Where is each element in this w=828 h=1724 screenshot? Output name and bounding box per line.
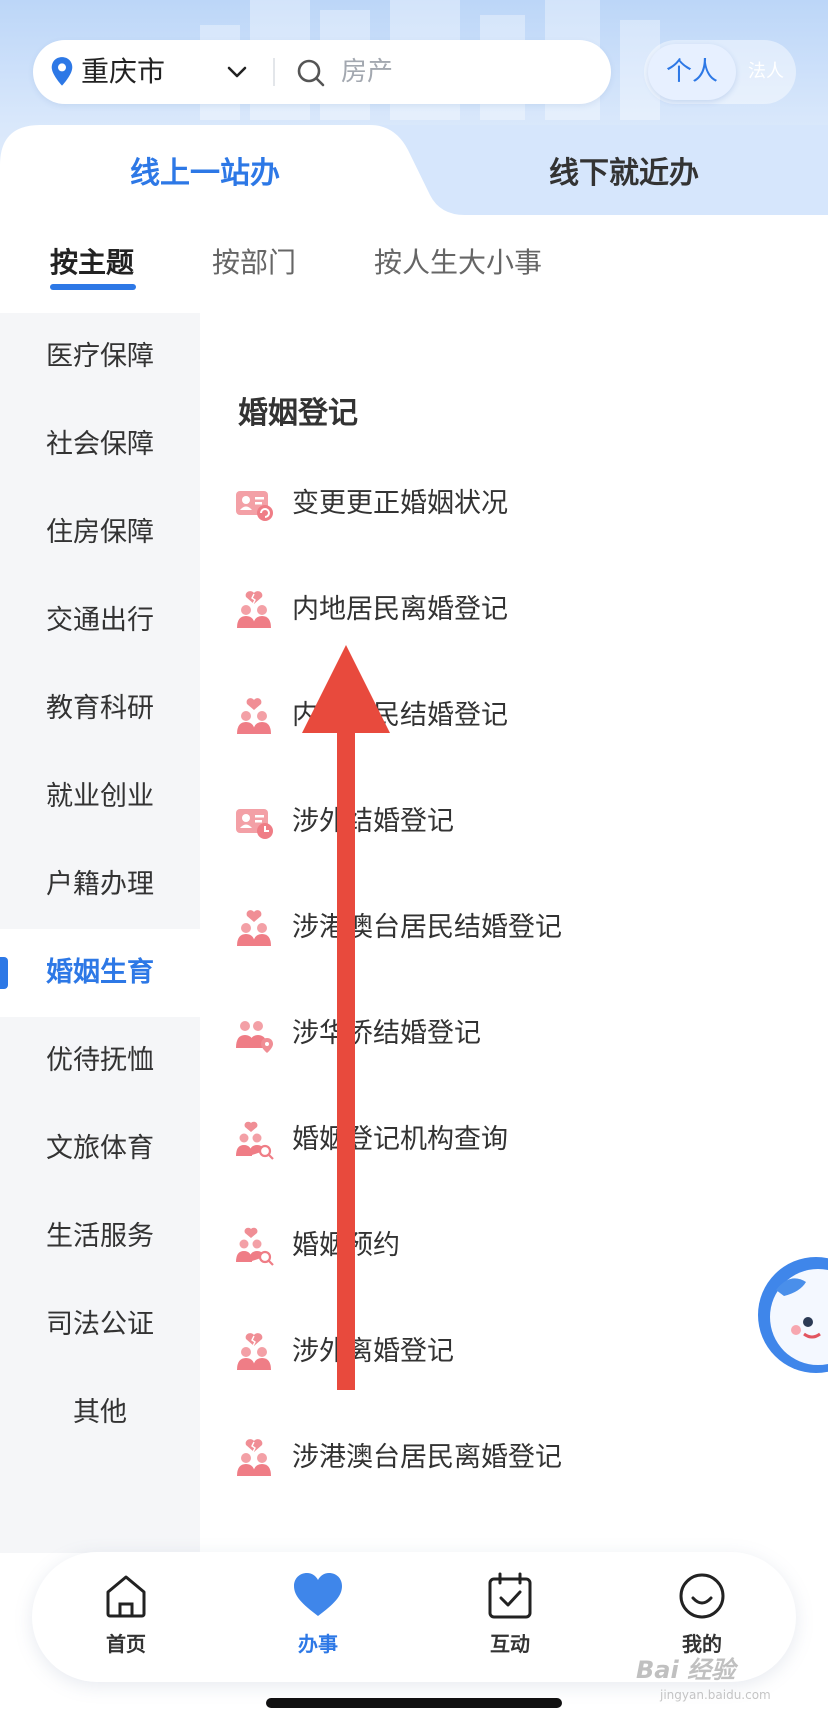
id-card-clock-icon bbox=[236, 809, 273, 839]
sidebar-item-social-security[interactable]: 社会保障 bbox=[0, 401, 200, 489]
annotation-arrow bbox=[302, 645, 390, 1390]
service-item[interactable]: 婚姻预约 bbox=[200, 1206, 828, 1286]
couple-search-icon bbox=[236, 1227, 274, 1266]
service-item[interactable]: 涉华侨结婚登记 bbox=[200, 994, 828, 1074]
toggle-personal[interactable]: 个人 bbox=[648, 44, 736, 100]
nav-home[interactable]: 首页 bbox=[56, 1552, 196, 1682]
search-icon bbox=[297, 59, 325, 87]
sidebar-item-household[interactable]: 户籍办理 bbox=[0, 841, 200, 929]
tab-by-life-events[interactable]: 按人生大小事 bbox=[374, 215, 542, 313]
assistant-mascot-icon[interactable] bbox=[756, 1250, 828, 1380]
service-list-panel: 婚姻登记 变更更正婚姻状况 内地居民离婚登记 内地居民结婚登记 涉外结婚登记 涉… bbox=[200, 313, 828, 1553]
category-sidebar: 医疗保障 社会保障 住房保障 交通出行 教育科研 就业创业 户籍办理 婚姻生育 … bbox=[0, 313, 200, 1553]
sidebar-item-label: 婚姻生育 bbox=[46, 957, 154, 988]
location-pin-icon bbox=[51, 57, 73, 86]
service-label: 内地居民离婚登记 bbox=[292, 594, 508, 625]
category-tabs: 按主题 按部门 按人生大小事 bbox=[0, 215, 828, 314]
service-label: 变更更正婚姻状况 bbox=[292, 488, 508, 519]
id-card-refresh-icon bbox=[236, 491, 273, 521]
calendar-check-icon bbox=[488, 1572, 532, 1619]
service-mode-tabs: 线下就近办 线上一站办 bbox=[0, 125, 828, 215]
sidebar-item-housing[interactable]: 住房保障 bbox=[0, 489, 200, 577]
couple-broken-heart-icon bbox=[237, 1333, 271, 1370]
service-item[interactable]: 内地居民离婚登记 bbox=[200, 570, 828, 650]
search-input[interactable] bbox=[341, 40, 591, 104]
couple-heart-icon bbox=[237, 698, 271, 734]
city-selector[interactable]: 重庆市 bbox=[81, 40, 165, 104]
sidebar-item-life-services[interactable]: 生活服务 bbox=[0, 1193, 200, 1281]
toggle-legal[interactable]: 法人 bbox=[740, 40, 792, 104]
baidu-watermark: Bai 经验 bbox=[636, 1656, 736, 1684]
nav-services[interactable]: 办事 bbox=[248, 1552, 388, 1682]
service-item[interactable]: 涉港澳台居民结婚登记 bbox=[200, 888, 828, 968]
search-divider bbox=[273, 58, 275, 86]
service-item[interactable]: 婚姻登记机构查询 bbox=[200, 1100, 828, 1180]
smile-icon bbox=[679, 1573, 725, 1619]
service-item[interactable]: 涉港澳台居民离婚登记 bbox=[200, 1418, 828, 1498]
user-type-toggle[interactable]: 个人 法人 bbox=[644, 40, 796, 104]
baidu-watermark-url: jingyan.baidu.com bbox=[660, 1688, 771, 1702]
couple-location-icon bbox=[236, 1021, 273, 1053]
couple-search-icon bbox=[236, 1121, 274, 1160]
sidebar-item-medical[interactable]: 医疗保障 bbox=[0, 313, 200, 401]
home-icon bbox=[106, 1575, 146, 1618]
tab-by-theme[interactable]: 按主题 bbox=[50, 215, 134, 313]
couple-broken-heart-icon bbox=[237, 591, 271, 628]
service-item[interactable]: 内地居民结婚登记 bbox=[200, 676, 828, 756]
nav-label: 办事 bbox=[298, 1632, 338, 1656]
chevron-down-icon[interactable] bbox=[225, 62, 249, 82]
tab-by-department[interactable]: 按部门 bbox=[212, 215, 296, 313]
sidebar-item-employment[interactable]: 就业创业 bbox=[0, 753, 200, 841]
section-title: 婚姻登记 bbox=[238, 396, 358, 431]
sidebar-item-marriage[interactable]: 婚姻生育 bbox=[0, 929, 200, 1017]
nav-interact[interactable]: 互动 bbox=[440, 1552, 580, 1682]
couple-heart-icon bbox=[237, 910, 271, 946]
search-bar: 重庆市 bbox=[33, 40, 611, 104]
service-item[interactable]: 变更更正婚姻状况 bbox=[200, 464, 828, 544]
sidebar-item-judicial[interactable]: 司法公证 bbox=[0, 1281, 200, 1369]
tab-online[interactable]: 线上一站办 bbox=[0, 125, 410, 215]
sidebar-item-culture-sports[interactable]: 文旅体育 bbox=[0, 1105, 200, 1193]
nav-label: 首页 bbox=[106, 1632, 146, 1656]
sidebar-item-education[interactable]: 教育科研 bbox=[0, 665, 200, 753]
heart-icon bbox=[294, 1573, 342, 1616]
service-item[interactable]: 涉外离婚登记 bbox=[200, 1312, 828, 1392]
active-tab-indicator bbox=[50, 284, 136, 290]
sidebar-item-veterans[interactable]: 优待抚恤 bbox=[0, 1017, 200, 1105]
active-indicator bbox=[0, 957, 8, 989]
sidebar-item-other[interactable]: 其他 bbox=[0, 1369, 200, 1457]
nav-label: 互动 bbox=[490, 1632, 530, 1656]
service-item[interactable]: 涉外结婚登记 bbox=[200, 782, 828, 862]
couple-broken-heart-icon bbox=[237, 1439, 271, 1476]
sidebar-item-transport[interactable]: 交通出行 bbox=[0, 577, 200, 665]
service-label: 涉港澳台居民离婚登记 bbox=[292, 1442, 562, 1473]
home-indicator[interactable] bbox=[266, 1698, 562, 1708]
